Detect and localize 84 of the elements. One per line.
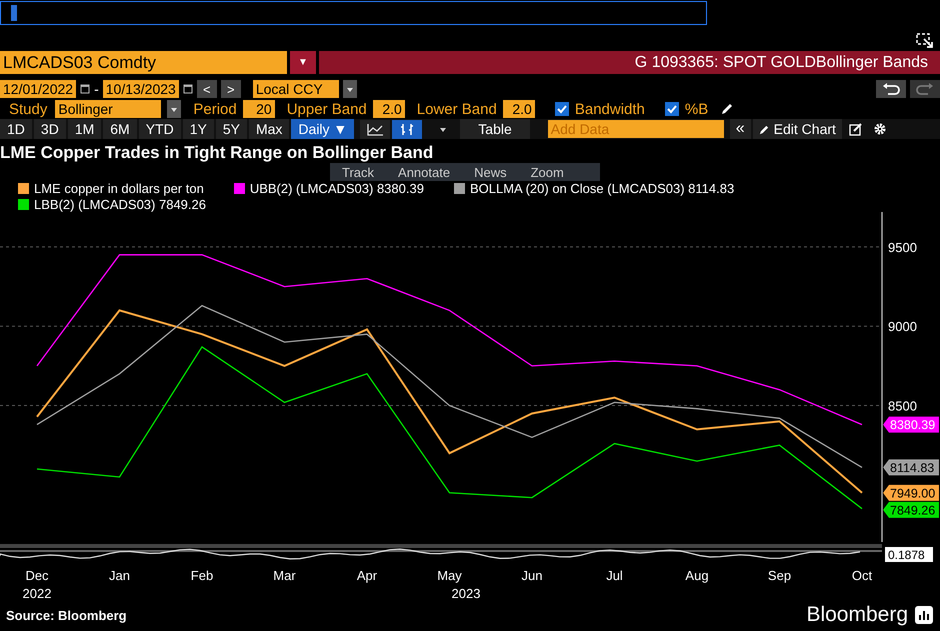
line-chart-icon[interactable]	[360, 120, 390, 138]
add-data-field[interactable]: Add Data	[548, 120, 724, 138]
end-date-field[interactable]: 10/13/2023	[102, 80, 179, 98]
study-label: Study	[9, 100, 48, 118]
frequency-dropdown[interactable]: Daily ▼	[291, 119, 354, 139]
period-button[interactable]: Max	[248, 119, 290, 139]
x-tick-label: Apr	[356, 568, 378, 583]
settings-icon[interactable]	[872, 122, 887, 136]
checkbox-label: %B	[684, 100, 708, 118]
indicator-value-tag: 0.1878	[885, 547, 933, 562]
period-button[interactable]: 1D	[0, 119, 32, 139]
pencil-icon[interactable]	[720, 102, 734, 116]
legend-label: LME copper in dollars per ton	[34, 181, 204, 196]
period-button[interactable]: 3D	[34, 119, 66, 139]
calendar-icon[interactable]	[182, 84, 193, 94]
legend-label: UBB(2) (LMCADS03) 8380.39	[250, 181, 424, 196]
ticker-field[interactable]: LMCADS03 Comdty	[0, 51, 287, 74]
parameter-label: Period	[193, 100, 237, 118]
edit-icon[interactable]	[848, 122, 863, 136]
parameter-field[interactable]: 2.0	[502, 100, 535, 118]
date-separator: -	[94, 81, 99, 97]
chart-logo-icon	[914, 605, 934, 625]
legend-swatch	[18, 183, 29, 194]
ticker-dropdown-button[interactable]: ▼	[290, 51, 316, 74]
year-label: 2022	[22, 586, 52, 601]
period-button[interactable]: 1Y	[182, 119, 214, 139]
x-tick-label: Aug	[685, 568, 709, 583]
y-tick-label: 9000	[888, 319, 917, 334]
dropdown-caret-icon[interactable]	[342, 80, 357, 98]
toolbar-button[interactable]: Track	[330, 163, 386, 181]
legend-swatch	[454, 183, 465, 194]
value-tag: 8380.39	[883, 416, 939, 433]
x-tick-label: Jan	[109, 568, 130, 583]
bar-chart-icon[interactable]	[392, 120, 422, 138]
previous-button[interactable]: <	[196, 80, 217, 98]
command-field[interactable]	[0, 1, 707, 25]
checkbox[interactable]	[554, 102, 569, 116]
pencil-icon	[758, 124, 770, 134]
x-tick-label: Oct	[852, 568, 872, 583]
x-tick-label: May	[437, 568, 462, 583]
legend-swatch	[18, 199, 29, 210]
collapse-button[interactable]: «	[730, 119, 751, 139]
toolbar-button[interactable]: Annotate	[386, 163, 462, 181]
chart-title: LME Copper Trades in Tight Range on Bollinger Band	[0, 143, 434, 163]
toolbar-button[interactable]: News	[462, 163, 519, 181]
calendar-icon[interactable]	[80, 84, 90, 94]
period-button[interactable]: 6M	[103, 119, 137, 139]
year-label: 2023	[452, 586, 480, 601]
undo-icon[interactable]	[876, 80, 906, 98]
study-dropdown[interactable]: Bollinger	[55, 100, 162, 118]
source-note: Source: Bloomberg	[6, 608, 128, 622]
legend-label: BOLLMA (20) on Close (LMCADS03) 8114.83	[470, 181, 734, 196]
checkbox[interactable]	[664, 102, 679, 116]
dropdown-caret-icon[interactable]	[167, 100, 182, 118]
x-tick-label: Jul	[606, 568, 623, 583]
currency-dropdown[interactable]: Local CCY	[252, 80, 339, 98]
brand-name: Bloomberg	[806, 603, 908, 627]
checkbox-label: Bandwidth	[574, 100, 645, 118]
legend-swatch	[234, 183, 245, 194]
parameter-label: Upper Band	[286, 100, 367, 118]
toolbar-button[interactable]: Zoom	[518, 163, 576, 181]
edit-chart-button[interactable]: Edit Chart	[752, 119, 842, 139]
security-title: G 1093365: SPOT GOLDBollinger Bands	[319, 51, 940, 74]
x-tick-label: Mar	[273, 568, 296, 583]
next-button[interactable]: >	[220, 80, 241, 98]
value-tag: 7849.26	[883, 502, 939, 518]
value-tag: 8114.83	[883, 459, 939, 476]
legend-label: LBB(2) (LMCADS03) 7849.26	[34, 197, 206, 212]
y-tick-label: 9500	[888, 240, 917, 255]
period-button[interactable]: YTD	[138, 119, 181, 139]
period-button[interactable]: 1M	[68, 119, 102, 139]
parameter-field[interactable]: 2.0	[372, 100, 405, 118]
period-button[interactable]: 5Y	[216, 119, 247, 139]
x-tick-label: Jun	[522, 568, 542, 583]
x-tick-label: Sep	[768, 568, 792, 583]
start-date-field[interactable]: 12/01/2022	[0, 80, 76, 98]
value-tag: 7949.00	[883, 484, 939, 501]
x-tick-label: Feb	[190, 568, 214, 583]
y-tick-label: 8500	[888, 398, 917, 414]
parameter-field[interactable]: 20	[242, 100, 275, 118]
pop-out-icon[interactable]	[916, 33, 934, 49]
parameter-label: Lower Band	[416, 100, 497, 118]
x-tick-label: Dec	[25, 568, 49, 583]
table-button[interactable]: Table	[460, 119, 530, 139]
